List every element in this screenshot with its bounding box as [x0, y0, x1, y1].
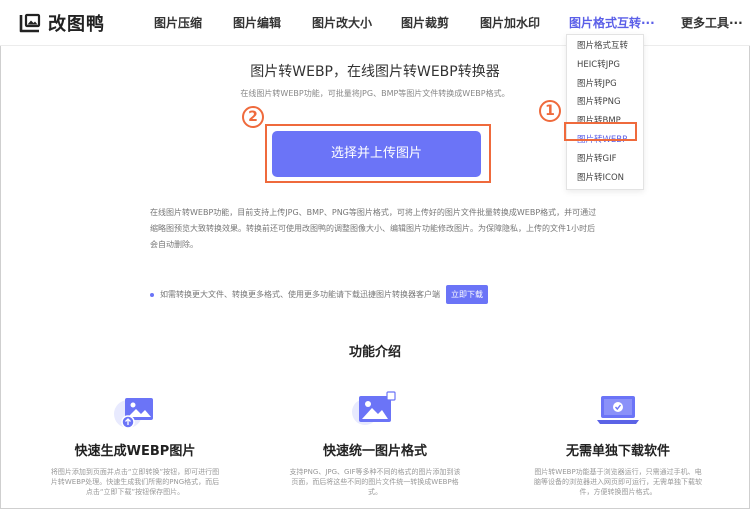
callout-two: 2	[242, 106, 264, 128]
feature-desc: 图片转WEBP功能基于浏览器运行，只需通过手机、电脑等设备的浏览器进入网页即可运…	[534, 468, 702, 496]
webp-item-highlight-box	[564, 122, 637, 141]
feature-card-fast-webp: 快速生成WEBP图片 将图片添加到页面并点击“立即转换”按钮，即可进行图片转WE…	[45, 390, 225, 497]
feature-title: 无需单独下载软件	[565, 444, 670, 459]
bullet-dot-icon	[150, 292, 154, 297]
feature-title: 快速统一图片格式	[322, 444, 427, 459]
format-dropdown-menu: 图片格式互转 HEIC转JPG 图片转JPG 图片转PNG 图片转BMP 图片转…	[566, 34, 644, 191]
nav-image-crop[interactable]: 图片裁剪	[401, 14, 449, 31]
feature-title: 快速生成WEBP图片	[74, 444, 196, 459]
feature-card-unify-format: 快速统一图片格式 支持PNG、JPG、GIF等多种不同的格式的图片添加到该页面，…	[285, 390, 465, 497]
dd-item-to-icon[interactable]: 图片转ICON	[567, 169, 643, 188]
page-subtitle: 在线图片转WEBP功能，可批量将JPG、BMP等图片文件转换成WEBP格式。	[240, 89, 510, 98]
tool-description: 在线图片转WEBP功能，目前支持上传JPG、BMP、PNG等图片格式，可将上传好…	[150, 208, 597, 249]
upload-image-button[interactable]: 选择并上传图片	[272, 131, 481, 177]
feature-desc: 将图片添加到页面并点击“立即转换”按钮，即可进行图片转WEBP处理。快速生成我们…	[50, 468, 220, 496]
nav-image-resize[interactable]: 图片改大小	[312, 14, 372, 31]
feature-card-no-download: 无需单独下载软件 图片转WEBP功能基于浏览器运行，只需通过手机、电脑等设备的浏…	[528, 390, 708, 497]
nav-image-edit[interactable]: 图片编辑	[233, 14, 281, 31]
logo-icon	[18, 11, 42, 35]
dd-item-to-gif[interactable]: 图片转GIF	[567, 150, 643, 169]
logo-text: 改图鸭	[48, 14, 105, 35]
page-title: 图片转WEBP，在线图片转WEBP转换器	[250, 64, 500, 80]
download-notice: 如需转换更大文件、转换更多格式、使用更多功能请下载迅捷图片转换器客户端 立即下载	[150, 285, 488, 304]
nav-image-format-convert[interactable]: 图片格式互转···	[569, 14, 655, 31]
image-upload-icon	[111, 390, 159, 432]
feature-desc: 支持PNG、JPG、GIF等多种不同的格式的图片添加到该页面，而后将这些不同的图…	[289, 468, 461, 496]
image-format-icon	[351, 390, 399, 432]
nav-image-watermark[interactable]: 图片加水印	[480, 14, 540, 31]
features-title: 功能介绍	[348, 345, 401, 360]
callout-one: 1	[539, 100, 561, 122]
nav-more-tools[interactable]: 更多工具···	[681, 14, 743, 31]
site-logo[interactable]: 改图鸭	[18, 10, 105, 36]
dd-item-format-convert[interactable]: 图片格式互转	[567, 37, 643, 56]
download-now-button[interactable]: 立即下载	[446, 285, 488, 304]
notice-text: 如需转换更大文件、转换更多格式、使用更多功能请下载迅捷图片转换器客户端	[160, 290, 440, 299]
laptop-check-icon	[594, 390, 642, 432]
nav-image-compress[interactable]: 图片压缩	[154, 14, 202, 31]
